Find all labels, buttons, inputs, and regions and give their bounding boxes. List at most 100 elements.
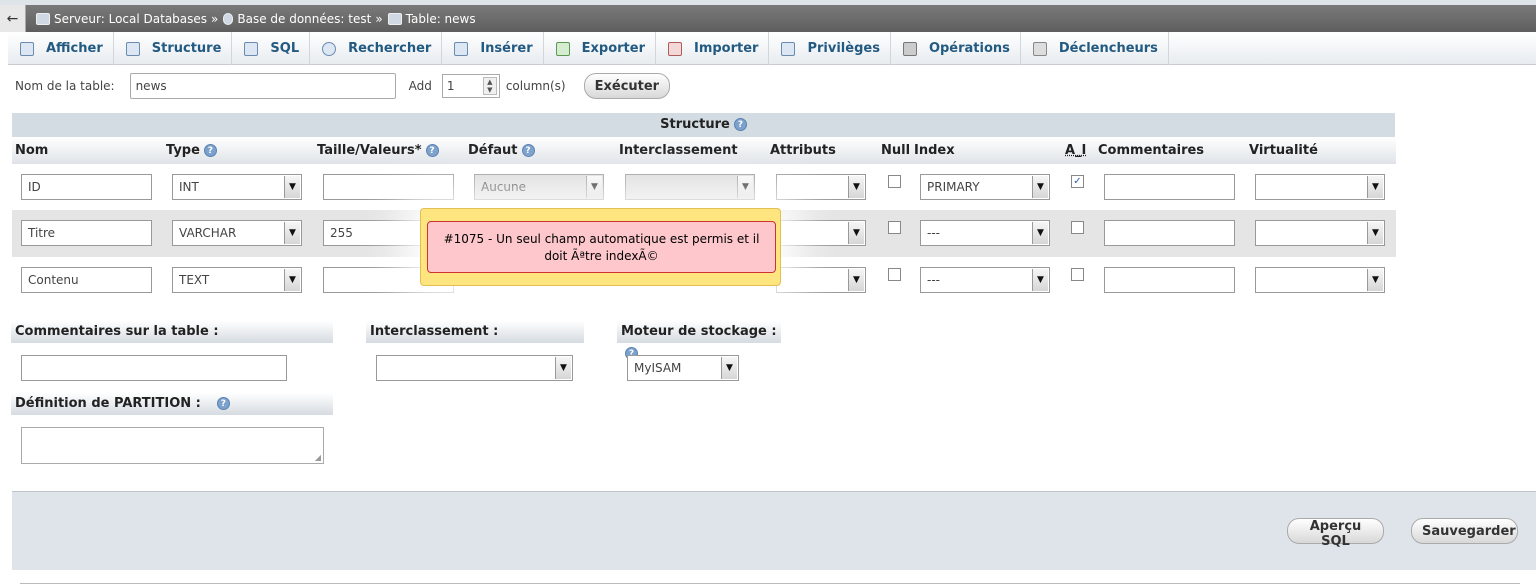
column-index-select[interactable]: PRIMARY ▼ <box>920 174 1050 200</box>
tab-inserer[interactable]: Insérer <box>442 32 544 65</box>
column-comment-input[interactable] <box>1104 220 1235 246</box>
header-ai: A_I <box>1065 143 1087 158</box>
error-message: #1075 - Un seul champ automatique est pe… <box>427 221 776 273</box>
tab-operations[interactable]: Opérations <box>891 32 1021 65</box>
help-icon[interactable]: ? <box>216 397 230 410</box>
column-null-checkbox[interactable] <box>888 221 901 234</box>
tab-exporter[interactable]: Exporter <box>544 32 656 65</box>
triggers-icon <box>1032 41 1047 56</box>
breadcrumb-server-label[interactable]: Serveur: Local Databases <box>54 12 207 26</box>
breadcrumb-database[interactable]: Base de données: test » <box>223 12 385 26</box>
help-icon[interactable]: ? <box>425 144 439 157</box>
chevron-down-icon: ▼ <box>1032 176 1048 198</box>
header-type: Type? <box>166 143 217 158</box>
privileges-icon <box>781 41 796 56</box>
save-button[interactable]: Sauvegarder <box>1411 518 1518 544</box>
header-null: Null <box>881 143 911 158</box>
chevron-down-icon: ▼ <box>586 176 602 198</box>
tab-sql[interactable]: SQL <box>232 32 311 65</box>
chevron-down-icon: ▼ <box>1367 269 1383 291</box>
resize-grip-icon[interactable]: ◢ <box>315 453 321 462</box>
tab-rechercher[interactable]: Rechercher <box>310 32 443 65</box>
table-icon <box>387 12 402 25</box>
column-ai-checkbox[interactable]: ✓ <box>1071 175 1084 188</box>
breadcrumb-separator: » <box>375 11 383 26</box>
column-attributes-select[interactable]: ▼ <box>776 174 866 200</box>
column-attributes-select[interactable]: ▼ <box>776 220 866 246</box>
column-type-select[interactable]: TEXT ▼ <box>172 267 302 293</box>
help-icon[interactable]: ? <box>733 118 747 131</box>
tab-importer[interactable]: Importer <box>656 32 770 65</box>
chevron-down-icon: ▼ <box>1367 222 1383 244</box>
header-interclassement: Interclassement <box>619 143 738 158</box>
breadcrumb-separator: » <box>211 11 219 26</box>
error-popup: #1075 - Un seul champ automatique est pe… <box>420 208 781 286</box>
column-index-select[interactable]: --- ▼ <box>920 267 1050 293</box>
back-button[interactable]: ← <box>0 5 26 32</box>
table-row: ID INT ▼ Aucune ▼ ▼ ▼ PRIMARY ▼ ✓ ▼ <box>12 164 1396 211</box>
table-name-bar: Nom de la table: news Add 1 ▲ ▼ column(s)… <box>15 72 671 100</box>
table-comment-input[interactable] <box>21 355 287 381</box>
partition-textarea[interactable]: ◢ <box>21 427 324 464</box>
insert-icon <box>454 41 469 56</box>
help-icon[interactable]: ? <box>203 144 217 157</box>
browse-icon <box>20 41 34 56</box>
column-comment-input[interactable] <box>1104 174 1235 200</box>
chevron-down-icon: ▼ <box>848 269 864 291</box>
column-ai-checkbox[interactable] <box>1071 268 1084 281</box>
tab-privileges[interactable]: Privilèges <box>769 32 891 65</box>
column-name-input[interactable]: Titre <box>21 220 152 246</box>
chevron-down-icon: ▼ <box>1367 176 1383 198</box>
tab-afficher[interactable]: Afficher <box>8 32 114 65</box>
chevron-down-icon: ▼ <box>848 176 864 198</box>
column-null-checkbox[interactable] <box>888 268 901 281</box>
column-virtuality-select[interactable]: ▼ <box>1255 174 1385 200</box>
chevron-down-icon: ▼ <box>284 269 300 291</box>
chevron-down-icon: ▼ <box>737 176 753 198</box>
column-name-input[interactable]: Contenu <box>21 267 152 293</box>
chevron-down-icon: ▼ <box>848 222 864 244</box>
column-virtuality-select[interactable]: ▼ <box>1255 267 1385 293</box>
breadcrumb-server[interactable]: Serveur: Local Databases » <box>36 12 221 26</box>
execute-button[interactable]: Exécuter <box>583 73 671 99</box>
column-virtuality-select[interactable]: ▼ <box>1255 220 1385 246</box>
chevron-down-icon: ▼ <box>284 222 300 244</box>
breadcrumb-database-label[interactable]: Base de données: test <box>237 12 371 26</box>
sql-preview-button[interactable]: Aperçu SQL <box>1287 518 1384 549</box>
breadcrumb-table-label[interactable]: Table: news <box>406 12 476 26</box>
column-null-checkbox[interactable] <box>888 175 901 188</box>
header-defaut: Défaut? <box>468 143 535 158</box>
table-name-label: Nom de la table: <box>15 79 115 93</box>
spinner-arrows-icon[interactable]: ▲ ▼ <box>482 77 497 95</box>
tab-structure[interactable]: Structure <box>114 32 233 65</box>
columns-header-row: Nom Type? Taille/Valeurs*? Défaut? Inter… <box>12 137 1396 164</box>
wrench-icon <box>902 41 917 56</box>
table-collation-select[interactable]: ▼ <box>376 355 573 381</box>
add-columns-value: 1 <box>446 79 455 93</box>
column-name-input[interactable]: ID <box>21 174 152 200</box>
sql-icon <box>244 41 259 56</box>
column-collation-select[interactable]: ▼ <box>625 174 755 200</box>
breadcrumb-table[interactable]: Table: news <box>387 12 476 26</box>
column-index-select[interactable]: --- ▼ <box>920 220 1050 246</box>
chevron-down-icon: ▼ <box>555 357 571 379</box>
add-columns-spinner[interactable]: 1 ▲ ▼ <box>441 74 500 98</box>
column-ai-checkbox[interactable] <box>1071 221 1084 234</box>
storage-engine-select[interactable]: MyISAM ▼ <box>627 355 739 381</box>
storage-engine-heading: Moteur de stockage :? <box>617 321 781 360</box>
column-type-select[interactable]: INT ▼ <box>172 174 302 200</box>
chevron-down-icon: ▼ <box>284 176 300 198</box>
column-attributes-select[interactable]: ▼ <box>776 267 866 293</box>
column-comment-input[interactable] <box>1104 267 1235 293</box>
column-type-select[interactable]: VARCHAR ▼ <box>172 220 302 246</box>
columns-label: column(s) <box>505 79 566 93</box>
search-icon <box>322 41 337 56</box>
help-icon[interactable]: ? <box>521 144 535 157</box>
chevron-down-icon: ▼ <box>1032 269 1048 291</box>
column-length-input[interactable] <box>323 174 454 200</box>
export-icon <box>555 41 570 56</box>
column-default-select[interactable]: Aucune ▼ <box>474 174 604 200</box>
tab-declencheurs[interactable]: Déclencheurs <box>1021 32 1169 65</box>
structure-title: Structure? <box>12 113 1395 137</box>
table-name-input[interactable]: news <box>129 73 396 99</box>
